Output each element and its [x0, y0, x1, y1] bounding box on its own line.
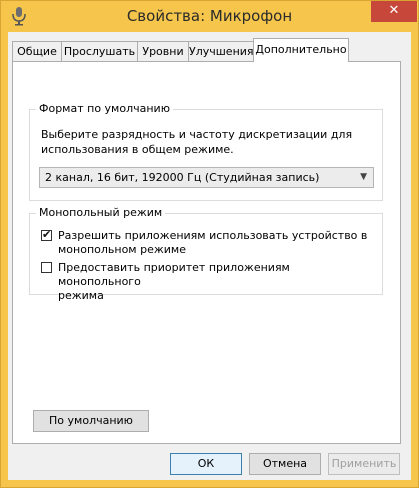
tab-enhancements[interactable]: Улучшения	[188, 41, 254, 61]
checkmark-icon: ✔	[42, 228, 52, 241]
window-title: Свойства: Микрофон	[126, 7, 293, 25]
allow-exclusive-control-line1: Разрешить приложениям использовать устро…	[58, 229, 368, 242]
exclusive-mode-group: Монопольный режим ✔ Разрешить приложения…	[29, 206, 383, 302]
give-exclusive-priority-line1: Предоставить приоритет приложениям моноп…	[58, 261, 290, 288]
default-format-legend: Формат по умолчанию	[36, 102, 173, 115]
allow-exclusive-control-option[interactable]: ✔ Разрешить приложениям использовать уст…	[41, 228, 371, 259]
give-exclusive-priority-option[interactable]: Предоставить приоритет приложениям моноп…	[41, 261, 371, 302]
give-exclusive-priority-line2: режима	[58, 289, 104, 302]
restore-default-button[interactable]: По умолчанию	[33, 410, 149, 432]
allow-exclusive-control-line2: монопольном режиме	[58, 243, 186, 256]
tab-listen[interactable]: Прослушать	[61, 41, 138, 61]
tab-strip: Общие Прослушать Уровни Улучшения Дополн…	[12, 38, 407, 62]
apply-button[interactable]: Применить	[328, 453, 400, 475]
microphone-icon	[12, 7, 26, 26]
dialog-client-area: Общие Прослушать Уровни Улучшения Дополн…	[8, 32, 411, 480]
advanced-tab-panel: Формат по умолчанию Выберите разрядность…	[12, 61, 401, 444]
tab-levels[interactable]: Уровни	[137, 41, 189, 61]
close-icon: ✕	[388, 3, 400, 18]
chevron-down-icon: ▼	[360, 172, 367, 182]
default-format-description-line2: использования в общем режиме.	[41, 143, 234, 156]
give-exclusive-priority-checkbox[interactable]	[41, 262, 52, 273]
cancel-button[interactable]: Отмена	[249, 453, 321, 475]
tab-general[interactable]: Общие	[12, 41, 62, 61]
default-format-group: Формат по умолчанию Выберите разрядность…	[29, 102, 383, 201]
default-format-description-line1: Выберите разрядность и частоту дискретиз…	[41, 128, 353, 141]
close-button[interactable]: ✕	[371, 1, 417, 22]
format-select[interactable]: 2 канал, 16 бит, 192000 Гц (Студийная за…	[39, 167, 374, 188]
exclusive-mode-legend: Монопольный режим	[36, 206, 166, 219]
ok-button[interactable]: ОК	[170, 453, 242, 475]
title-bar[interactable]: Свойства: Микрофон ✕	[1, 1, 418, 32]
properties-window: Свойства: Микрофон ✕ Общие Прослушать Ур…	[0, 0, 419, 488]
tab-advanced[interactable]: Дополнительно	[253, 38, 349, 62]
give-exclusive-priority-label[interactable]: Предоставить приоритет приложениям моноп…	[58, 261, 370, 303]
allow-exclusive-control-checkbox[interactable]: ✔	[41, 228, 52, 241]
format-select-value: 2 канал, 16 бит, 192000 Гц (Студийная за…	[45, 171, 320, 184]
allow-exclusive-control-label[interactable]: Разрешить приложениям использовать устро…	[58, 229, 370, 257]
